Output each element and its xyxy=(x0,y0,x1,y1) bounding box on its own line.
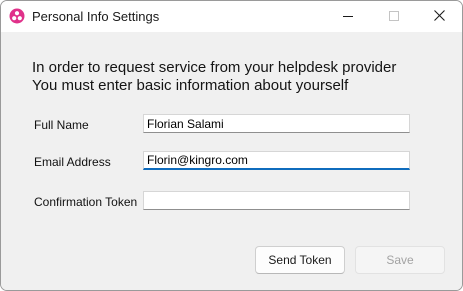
maximize-button xyxy=(371,1,417,32)
form-panel: In order to request service from your he… xyxy=(1,32,462,290)
title-bar[interactable]: Personal Info Settings xyxy=(1,1,462,32)
full-name-input[interactable] xyxy=(143,114,410,133)
maximize-icon xyxy=(389,8,399,26)
email-input[interactable] xyxy=(143,151,410,170)
window-title: Personal Info Settings xyxy=(32,9,160,24)
send-token-button[interactable]: Send Token xyxy=(255,246,345,274)
intro-line-2: You must enter basic information about y… xyxy=(32,77,349,94)
email-label: Email Address xyxy=(34,155,111,169)
confirmation-token-label: Confirmation Token xyxy=(34,195,138,209)
confirmation-token-input[interactable] xyxy=(143,191,410,210)
minimize-button[interactable] xyxy=(325,1,371,32)
minimize-icon xyxy=(343,8,353,26)
full-name-label: Full Name xyxy=(34,118,89,132)
intro-text: In order to request service from your he… xyxy=(32,59,396,95)
settings-window: Personal Info Settings In order to reque… xyxy=(0,0,463,291)
intro-line-1: In order to request service from your he… xyxy=(32,59,397,76)
save-button[interactable]: Save xyxy=(355,246,445,274)
app-logo-icon xyxy=(9,8,25,24)
close-icon xyxy=(433,8,445,26)
close-button[interactable] xyxy=(416,1,462,32)
